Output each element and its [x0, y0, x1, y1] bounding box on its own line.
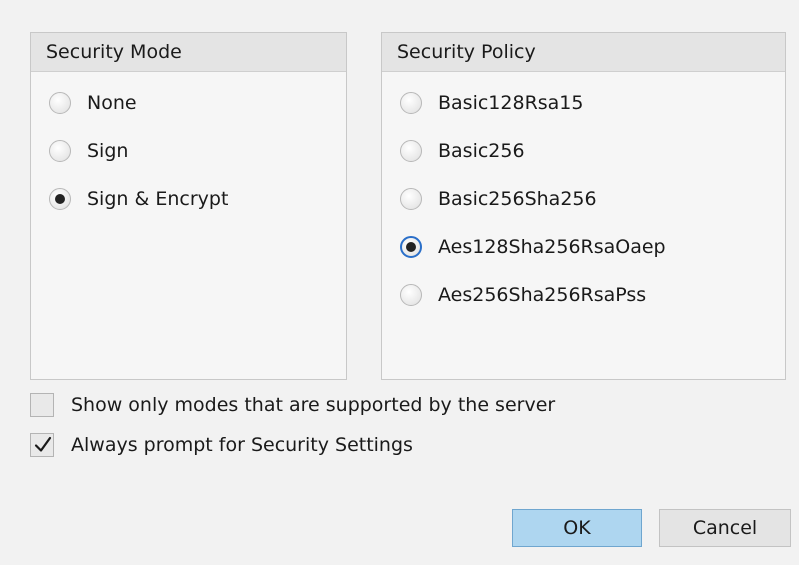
mode-option-sign[interactable]: Sign: [49, 140, 128, 162]
policy-option-basic256sha256[interactable]: Basic256Sha256: [400, 188, 597, 210]
radio-button[interactable]: [400, 92, 422, 114]
security-policy-header: Security Policy: [382, 33, 785, 72]
mode-option-sign-encrypt[interactable]: Sign & Encrypt: [49, 188, 228, 210]
radio-button[interactable]: [49, 92, 71, 114]
radio-button[interactable]: [400, 140, 422, 162]
show-supported-checkbox[interactable]: [30, 393, 54, 417]
policy-option-aes128sha256rsaoaep[interactable]: Aes128Sha256RsaOaep: [400, 236, 666, 258]
mode-option-label: Sign: [87, 140, 129, 162]
policy-option-label: Basic256Sha256: [438, 188, 597, 210]
radio-button[interactable]: [400, 284, 422, 306]
policy-option-label: Basic128Rsa15: [438, 92, 584, 114]
show-supported-label: Show only modes that are supported by th…: [71, 394, 556, 416]
security-settings-dialog: Security Mode None Sign Sign & Encrypt S…: [0, 0, 799, 565]
cancel-button[interactable]: Cancel: [659, 509, 791, 547]
mode-option-label: Sign & Encrypt: [87, 188, 229, 210]
mode-option-label: None: [87, 92, 137, 114]
policy-option-aes256sha256rsapss[interactable]: Aes256Sha256RsaPss: [400, 284, 646, 306]
always-prompt-checkbox-row[interactable]: Always prompt for Security Settings: [30, 433, 413, 457]
policy-option-label: Basic256: [438, 140, 525, 162]
policy-option-label: Aes128Sha256RsaOaep: [438, 236, 666, 258]
policy-option-basic128rsa15[interactable]: Basic128Rsa15: [400, 92, 584, 114]
always-prompt-label: Always prompt for Security Settings: [71, 434, 413, 456]
radio-button[interactable]: [400, 236, 422, 258]
security-policy-group: Security Policy Basic128Rsa15 Basic256 B…: [381, 32, 786, 380]
show-supported-checkbox-row[interactable]: Show only modes that are supported by th…: [30, 393, 555, 417]
policy-option-basic256[interactable]: Basic256: [400, 140, 525, 162]
radio-button[interactable]: [400, 188, 422, 210]
policy-option-label: Aes256Sha256RsaPss: [438, 284, 647, 306]
mode-option-none[interactable]: None: [49, 92, 137, 114]
radio-button[interactable]: [49, 188, 71, 210]
ok-button[interactable]: OK: [512, 509, 642, 547]
security-mode-group: Security Mode None Sign Sign & Encrypt: [30, 32, 347, 380]
security-mode-header: Security Mode: [31, 33, 346, 72]
radio-button[interactable]: [49, 140, 71, 162]
always-prompt-checkbox[interactable]: [30, 433, 54, 457]
checkmark-icon: [34, 436, 52, 452]
